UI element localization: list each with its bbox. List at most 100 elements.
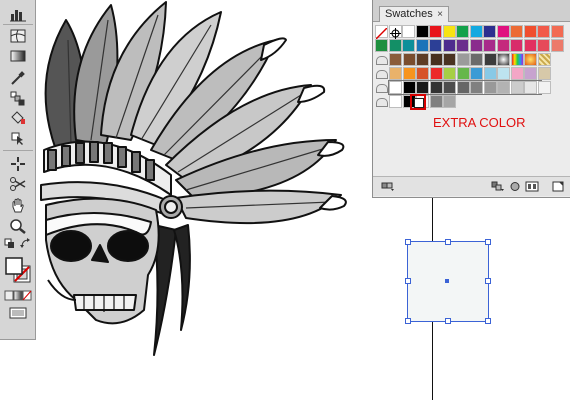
new-swatch-icon[interactable] [551, 181, 565, 192]
swatch[interactable] [537, 53, 551, 66]
swatch[interactable] [429, 39, 442, 52]
swatch[interactable] [402, 39, 415, 52]
new-color-group-icon[interactable] [525, 181, 539, 192]
swatch[interactable] [389, 53, 402, 66]
color-group-icon[interactable] [376, 56, 388, 65]
swatch[interactable] [456, 81, 470, 94]
swatch[interactable] [416, 53, 429, 66]
color-mode-icon[interactable] [4, 290, 32, 302]
swatch[interactable] [483, 53, 497, 66]
resize-handle-bottom-right[interactable] [485, 318, 491, 324]
swatch[interactable] [483, 67, 497, 80]
zoom-icon[interactable] [6, 216, 30, 236]
live-paint-selection-icon[interactable] [6, 128, 30, 148]
swatch[interactable] [443, 95, 456, 108]
swatch[interactable] [496, 25, 510, 38]
extra-color-swatch[interactable] [414, 98, 424, 108]
swatch[interactable] [443, 67, 456, 80]
swatch[interactable] [510, 25, 523, 38]
extra-color-swatch-highlight[interactable] [410, 94, 426, 110]
color-group-icon[interactable] [376, 70, 388, 79]
mesh-icon[interactable] [6, 26, 30, 46]
swatch[interactable] [483, 25, 496, 38]
swatch[interactable] [375, 39, 388, 52]
resize-handle-bottom-left[interactable] [405, 318, 411, 324]
swatch[interactable] [429, 81, 443, 94]
swatch[interactable] [469, 39, 483, 52]
hand-icon[interactable] [6, 196, 30, 216]
swatch[interactable] [524, 67, 537, 80]
swatch[interactable] [402, 67, 416, 80]
screen-mode-icon[interactable] [8, 306, 28, 320]
eyedropper-icon[interactable] [6, 68, 30, 88]
swatch[interactable] [483, 81, 497, 94]
tab-swatches[interactable]: Swatches × [379, 6, 449, 22]
default-colors-icon[interactable] [4, 238, 16, 250]
skull-headdress-artwork[interactable] [36, 0, 360, 360]
swatch[interactable] [537, 67, 551, 80]
show-swatch-kinds-icon[interactable] [491, 181, 505, 192]
swatch[interactable] [496, 39, 510, 52]
swatch[interactable] [537, 39, 550, 52]
swatch[interactable] [524, 53, 537, 66]
swatch[interactable] [497, 67, 510, 80]
slice-icon[interactable] [6, 154, 30, 174]
swatch[interactable] [470, 67, 483, 80]
swatch[interactable] [456, 25, 469, 38]
swatch[interactable] [510, 53, 524, 66]
swatch[interactable] [389, 67, 402, 80]
swatch[interactable] [429, 67, 443, 80]
swatch[interactable] [402, 25, 415, 38]
resize-handle-left[interactable] [405, 278, 411, 284]
swatch-options-icon[interactable] [508, 181, 522, 192]
swatch[interactable] [429, 25, 442, 38]
swatch[interactable] [442, 25, 456, 38]
swatch[interactable] [510, 67, 524, 80]
swatch[interactable] [470, 81, 483, 94]
gradient-icon[interactable] [6, 46, 30, 66]
swatch[interactable] [550, 39, 564, 52]
swatch[interactable] [483, 39, 496, 52]
swatch[interactable] [523, 39, 537, 52]
swatch[interactable] [469, 25, 483, 38]
fill-stroke-icon[interactable] [4, 256, 32, 284]
swatch[interactable] [510, 39, 523, 52]
swatch[interactable] [470, 53, 483, 66]
swatch[interactable] [416, 67, 429, 80]
swatch[interactable] [510, 81, 524, 94]
swatch[interactable] [429, 95, 443, 108]
live-paint-bucket-icon[interactable] [6, 108, 30, 128]
scissors-icon[interactable] [6, 174, 30, 194]
color-group-icon[interactable] [376, 98, 388, 107]
swatch-libraries-menu-icon[interactable] [381, 181, 395, 192]
resize-handle-top-left[interactable] [405, 239, 411, 245]
resize-handle-top[interactable] [445, 239, 451, 245]
swap-colors-icon[interactable] [20, 238, 32, 250]
swatch[interactable] [456, 39, 469, 52]
swatch[interactable] [388, 39, 402, 52]
swatch[interactable] [497, 81, 510, 94]
resize-handle-bottom[interactable] [445, 318, 451, 324]
swatch[interactable] [416, 81, 429, 94]
swatch[interactable] [456, 53, 470, 66]
swatch[interactable] [375, 25, 388, 40]
swatch[interactable] [537, 25, 550, 38]
resize-handle-right[interactable] [485, 278, 491, 284]
close-icon[interactable]: × [437, 7, 443, 22]
swatch[interactable] [415, 25, 429, 38]
swatch[interactable] [524, 81, 537, 94]
swatch[interactable] [523, 25, 537, 38]
swatch[interactable] [402, 81, 416, 94]
blend-icon[interactable] [6, 88, 30, 108]
swatch[interactable] [389, 81, 402, 94]
column-graph-icon[interactable] [6, 4, 30, 24]
swatch[interactable] [389, 95, 402, 108]
swatch[interactable] [456, 67, 470, 80]
swatch[interactable] [443, 81, 456, 94]
swatch[interactable] [443, 53, 456, 66]
swatch[interactable] [497, 53, 510, 66]
swatch[interactable] [415, 39, 429, 52]
swatch[interactable] [550, 25, 564, 38]
swatch[interactable] [402, 53, 416, 66]
swatch[interactable] [537, 81, 551, 94]
